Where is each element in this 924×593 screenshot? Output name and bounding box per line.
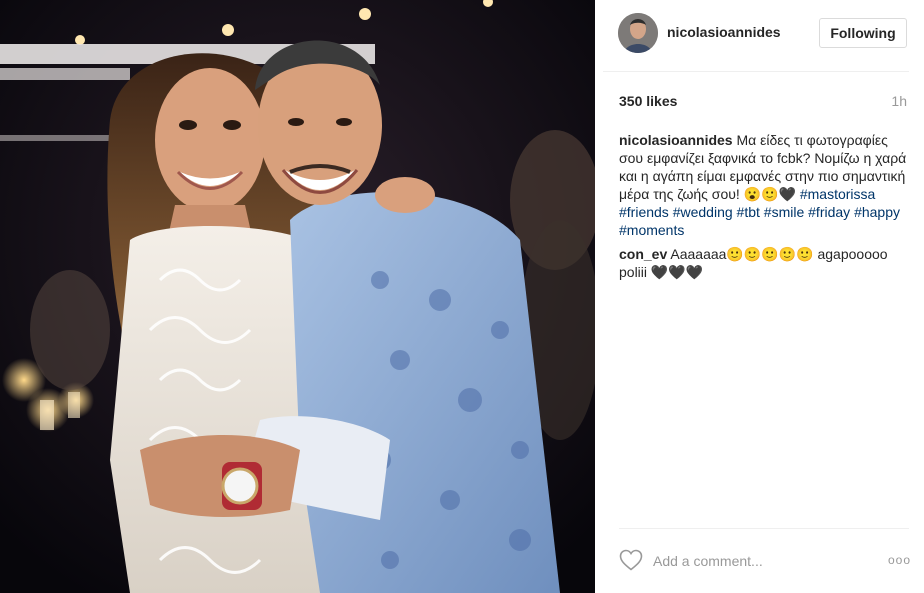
caption: nicolasioannides Μα είδες τι φωτογραφίες… (619, 131, 909, 239)
avatar-image (618, 13, 658, 53)
comment-footer: Add a comment... ooo (619, 528, 911, 588)
hashtag[interactable]: #wedding (673, 204, 733, 220)
hashtag[interactable]: #mastorissa (800, 186, 875, 202)
avatar[interactable] (618, 13, 658, 53)
caption-author[interactable]: nicolasioannides (619, 132, 733, 148)
post-time[interactable]: 1h (891, 93, 907, 109)
more-options-icon[interactable]: ooo (888, 553, 911, 567)
hashtag[interactable]: #moments (619, 222, 684, 238)
add-comment-input[interactable]: Add a comment... (653, 553, 763, 569)
heart-outline-icon[interactable] (619, 549, 643, 571)
hashtag[interactable]: #tbt (737, 204, 760, 220)
hashtag[interactable]: #friends (619, 204, 669, 220)
post-sidebar: nicolasioannides Following 350 likes 1h … (603, 0, 924, 593)
wedding-photo-illustration (0, 0, 595, 593)
hashtag[interactable]: #friday (808, 204, 850, 220)
post-photo[interactable] (0, 0, 595, 593)
hashtag[interactable]: #happy (854, 204, 900, 220)
comments-list: nicolasioannides Μα είδες τι φωτογραφίες… (619, 131, 909, 287)
hashtag[interactable]: #smile (764, 204, 804, 220)
following-button[interactable]: Following (819, 18, 907, 48)
comment: con_ev Aaaaaaa🙂🙂🙂🙂🙂 agapooooo poliii 🖤🖤🖤 (619, 245, 909, 281)
post-header: nicolasioannides Following (603, 0, 909, 72)
likes-count[interactable]: 350 likes (619, 93, 677, 109)
comment-author[interactable]: con_ev (619, 246, 667, 262)
username-link[interactable]: nicolasioannides (667, 24, 781, 40)
likes-row: 350 likes 1h (619, 93, 907, 111)
